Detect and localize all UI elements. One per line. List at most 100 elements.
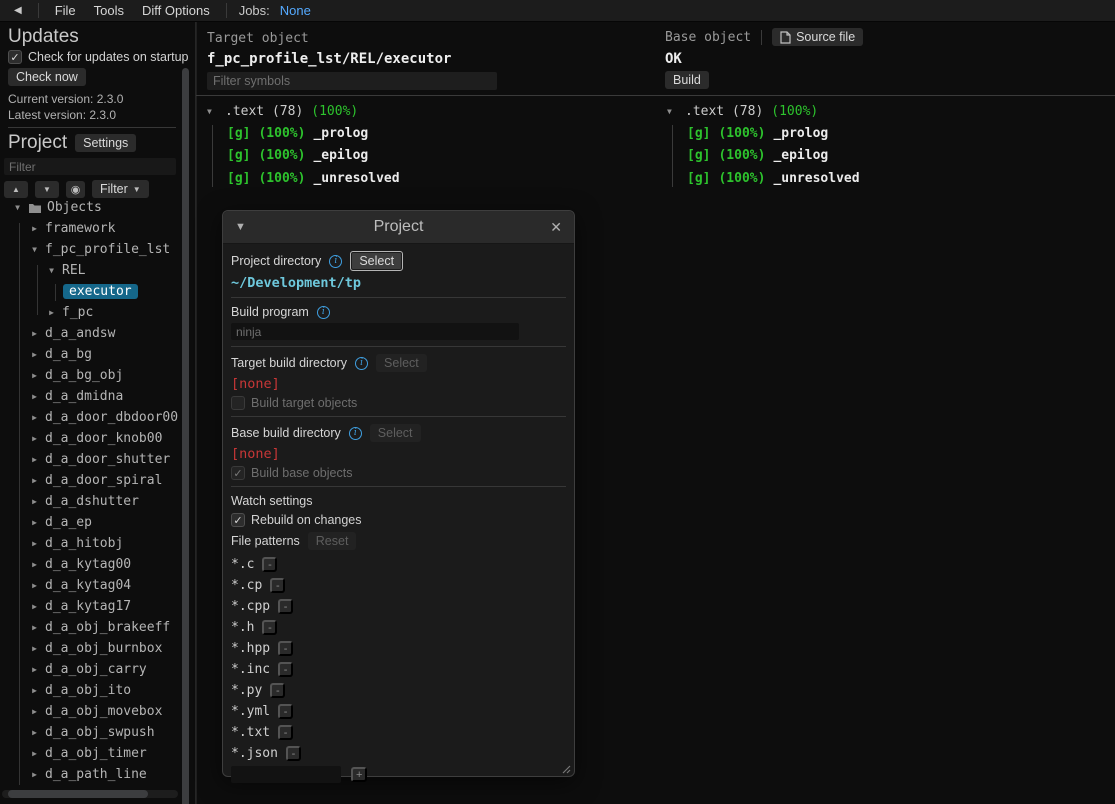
tree-arrow-icon[interactable]: ▶ <box>29 770 40 779</box>
tree-arrow-icon[interactable]: ▼ <box>46 266 57 275</box>
tree-arrow-icon[interactable]: ▶ <box>29 623 40 632</box>
tree-arrow-icon[interactable]: ▼ <box>29 245 40 254</box>
tree-item[interactable]: ▶ d_a_obj_swpush <box>0 722 180 743</box>
symbol-row[interactable]: [g] (100%) _epilog <box>687 145 1107 168</box>
build-button[interactable]: Build <box>665 71 709 89</box>
tree-item[interactable]: ▶ d_a_dmidna <box>0 386 180 407</box>
symbol-row[interactable]: [g] (100%) _unresolved <box>687 167 1107 190</box>
expand-all-button[interactable]: ▼ <box>35 181 59 198</box>
tree-item[interactable]: ▶ d_a_hitobj <box>0 533 180 554</box>
tree-arrow-icon[interactable]: ▶ <box>29 371 40 380</box>
tree-arrow-icon[interactable]: ▶ <box>29 560 40 569</box>
remove-pattern-button[interactable]: - <box>262 557 277 572</box>
remove-pattern-button[interactable]: - <box>270 683 285 698</box>
tree-arrow-icon[interactable]: ▶ <box>29 665 40 674</box>
tree-arrow-icon[interactable]: ▶ <box>29 329 40 338</box>
add-pattern-input[interactable] <box>231 766 341 783</box>
remove-pattern-button[interactable]: - <box>278 599 293 614</box>
tree-item[interactable]: ▶ d_a_kytag00 <box>0 554 180 575</box>
tree-item[interactable]: ▶ d_a_kytag17 <box>0 596 180 617</box>
close-icon[interactable]: ✕ <box>542 219 562 236</box>
symbol-row[interactable]: [g] (100%) _prolog <box>687 122 1107 145</box>
section-arrow-icon[interactable]: ▼ <box>207 107 217 116</box>
tree-item[interactable]: ▶ d_a_obj_carry <box>0 659 180 680</box>
project-directory-select-button[interactable]: Select <box>350 251 403 271</box>
symbol-row[interactable]: [g] (100%) _epilog <box>227 145 647 168</box>
tree-item[interactable]: ▶ d_a_obj_ito <box>0 680 180 701</box>
locate-icon[interactable]: ◉ <box>66 181 85 198</box>
tree-arrow-icon[interactable]: ▶ <box>29 728 40 737</box>
remove-pattern-button[interactable]: - <box>278 725 293 740</box>
tree-item[interactable]: executor <box>0 281 180 302</box>
info-icon[interactable]: i <box>329 255 342 268</box>
tree-item[interactable]: ▶ d_a_bg_obj <box>0 365 180 386</box>
menu-item[interactable]: File <box>55 3 76 18</box>
tree-arrow-icon[interactable]: ▶ <box>29 644 40 653</box>
info-icon[interactable]: i <box>317 306 330 319</box>
section-arrow-icon[interactable]: ▼ <box>667 107 677 116</box>
tree-item[interactable]: ▶ d_a_path_line <box>0 764 180 785</box>
project-filter-input[interactable] <box>4 158 176 175</box>
build-program-input[interactable] <box>231 323 519 340</box>
remove-pattern-button[interactable]: - <box>278 662 293 677</box>
tree-arrow-icon[interactable]: ▶ <box>29 455 40 464</box>
symbol-row[interactable]: [g] (100%) _prolog <box>227 122 647 145</box>
resize-grip-icon[interactable] <box>560 763 571 774</box>
remove-pattern-button[interactable]: - <box>278 641 293 656</box>
tree-item[interactable]: ▼ REL <box>0 260 180 281</box>
tree-arrow-icon[interactable]: ▶ <box>29 224 40 233</box>
tree-arrow-icon[interactable]: ▶ <box>29 497 40 506</box>
tree-item[interactable]: ▶ framework <box>0 218 180 239</box>
remove-pattern-button[interactable]: - <box>262 620 277 635</box>
symbol-row[interactable]: [g] (100%) _unresolved <box>227 167 647 190</box>
symbol-filter-input[interactable] <box>207 72 497 90</box>
menu-item[interactable]: Tools <box>94 3 124 18</box>
tree-arrow-icon[interactable]: ▶ <box>29 392 40 401</box>
tree-arrow-icon[interactable]: ▶ <box>29 434 40 443</box>
tree-item[interactable]: ▶ d_a_bg <box>0 344 180 365</box>
tree-item[interactable]: ▶ d_a_andsw <box>0 323 180 344</box>
remove-pattern-button[interactable]: - <box>286 746 301 761</box>
section-header[interactable]: ▼ .text (78) (100%) <box>667 101 1107 122</box>
back-arrow-icon[interactable]: ◀ <box>8 5 28 16</box>
tree-item[interactable]: ▶ d_a_door_spiral <box>0 470 180 491</box>
source-file-button[interactable]: Source file <box>772 28 863 46</box>
tree-arrow-icon[interactable]: ▶ <box>29 518 40 527</box>
collapse-icon[interactable]: ▼ <box>235 221 255 233</box>
info-icon[interactable]: i <box>355 357 368 370</box>
tree-item[interactable]: ▶ d_a_door_knob00 <box>0 428 180 449</box>
tree-filter-dropdown[interactable]: Filter ▼ <box>92 180 149 198</box>
jobs-status-link[interactable]: None <box>280 3 311 18</box>
tree-arrow-icon[interactable]: ▶ <box>29 581 40 590</box>
tree-item[interactable]: ▶ d_a_kytag04 <box>0 575 180 596</box>
tree-item[interactable]: ▶ d_a_obj_movebox <box>0 701 180 722</box>
tree-item[interactable]: ▶ d_a_obj_timer <box>0 743 180 764</box>
tree-arrow-icon[interactable]: ▶ <box>29 413 40 422</box>
checkbox-icon[interactable]: ✓ <box>8 50 22 64</box>
sidebar-horizontal-scrollbar[interactable] <box>2 790 178 798</box>
tree-arrow-icon[interactable]: ▶ <box>29 749 40 758</box>
checkbox-icon[interactable]: ✓ <box>231 513 245 527</box>
tree-arrow-icon[interactable]: ▶ <box>29 476 40 485</box>
tree-arrow-icon[interactable]: ▶ <box>29 707 40 716</box>
tree-item[interactable]: ▶ d_a_obj_burnbox <box>0 638 180 659</box>
tree-item[interactable]: ▶ d_a_dshutter <box>0 491 180 512</box>
tree-arrow-icon[interactable]: ▶ <box>29 686 40 695</box>
tree-arrow-icon[interactable]: ▶ <box>29 602 40 611</box>
tree-arrow-icon[interactable]: ▼ <box>12 203 23 212</box>
remove-pattern-button[interactable]: - <box>278 704 293 719</box>
tree-item[interactable]: ▶ d_a_door_dbdoor00 <box>0 407 180 428</box>
rebuild-on-changes-checkbox[interactable]: ✓ Rebuild on changes <box>231 513 566 527</box>
tree-item[interactable]: ▼ Objects <box>0 197 180 218</box>
project-settings-button[interactable]: Settings <box>75 134 136 152</box>
sidebar-vertical-scrollbar[interactable] <box>182 68 189 804</box>
tree-item[interactable]: ▶ f_pc <box>0 302 180 323</box>
tree-item[interactable]: ▶ d_a_ep <box>0 512 180 533</box>
tree-item[interactable]: ▼ f_pc_profile_lst <box>0 239 180 260</box>
add-pattern-button[interactable]: + <box>351 767 367 782</box>
tree-item[interactable]: ▶ d_a_door_shutter <box>0 449 180 470</box>
tree-arrow-icon[interactable]: ▶ <box>29 350 40 359</box>
dialog-titlebar[interactable]: ▼ Project ✕ <box>223 211 574 244</box>
section-header[interactable]: ▼ .text (78) (100%) <box>207 101 647 122</box>
remove-pattern-button[interactable]: - <box>270 578 285 593</box>
